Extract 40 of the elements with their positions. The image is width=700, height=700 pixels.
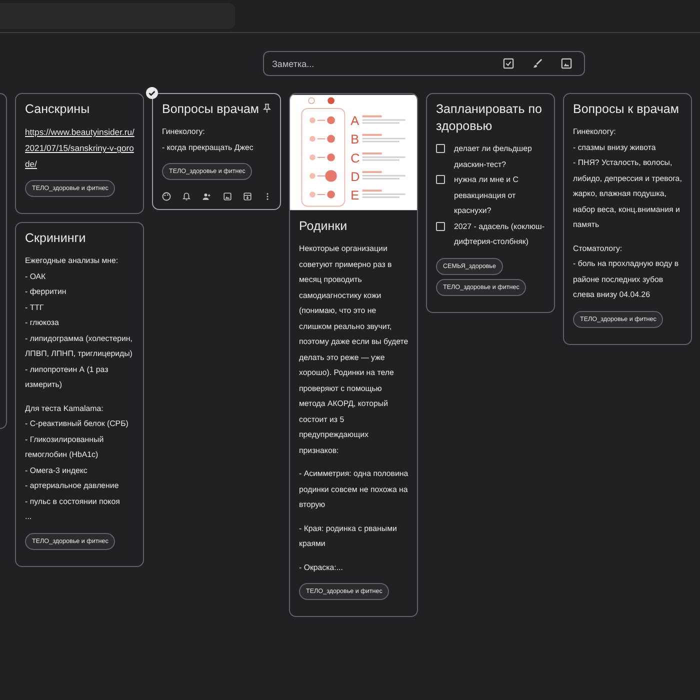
image-icon[interactable] [222, 192, 232, 201]
mole-change-drawing [310, 170, 337, 182]
checkbox-icon[interactable] [503, 58, 514, 69]
note-card[interactable] [563, 93, 692, 344]
brush-icon[interactable] [532, 58, 543, 69]
mole-change-drawing [310, 190, 335, 198]
mole-change-drawing [310, 116, 335, 124]
note-title: Вопросы к врачам [573, 101, 679, 118]
note-title: Скрининги [25, 230, 86, 247]
caption-lines [362, 152, 406, 161]
checkbox[interactable] [436, 222, 445, 230]
note-link[interactable]: https://www.beautyinsider.ru/2021/07/15/sanskriny-v-gorode/ [25, 124, 135, 172]
caption-lines [362, 171, 406, 180]
pin-icon[interactable] [262, 103, 272, 113]
archive-icon[interactable] [242, 192, 252, 201]
sign-letter: A [350, 114, 360, 128]
note-bar[interactable]: Заметка... [263, 51, 585, 76]
note-card[interactable] [15, 222, 144, 566]
sign-letter: E [350, 188, 360, 202]
caption-lines [362, 134, 406, 142]
checkbox[interactable] [436, 175, 445, 184]
note-title: Родинки [299, 218, 348, 235]
note-input[interactable]: Заметка... [272, 58, 485, 68]
note-title: Санскрины [25, 101, 90, 118]
mole-change-drawing [310, 134, 335, 143]
palette-icon[interactable] [162, 192, 171, 201]
checkbox[interactable] [436, 144, 445, 153]
bell-icon[interactable] [182, 192, 192, 201]
add-person-icon[interactable] [202, 192, 212, 201]
caption-lines [362, 115, 406, 124]
sign-letter: B [350, 132, 360, 147]
note-title: Вопросы врачам [162, 101, 259, 118]
sign-letter: D [350, 170, 360, 184]
sign-letter: C [350, 151, 360, 166]
note-card[interactable] [289, 93, 418, 617]
mole-change-drawing [310, 153, 335, 162]
note-title: Запланировать по здоровью [436, 101, 543, 135]
check-icon[interactable] [146, 87, 158, 99]
image-icon[interactable] [561, 58, 572, 69]
caption-lines [362, 190, 406, 198]
